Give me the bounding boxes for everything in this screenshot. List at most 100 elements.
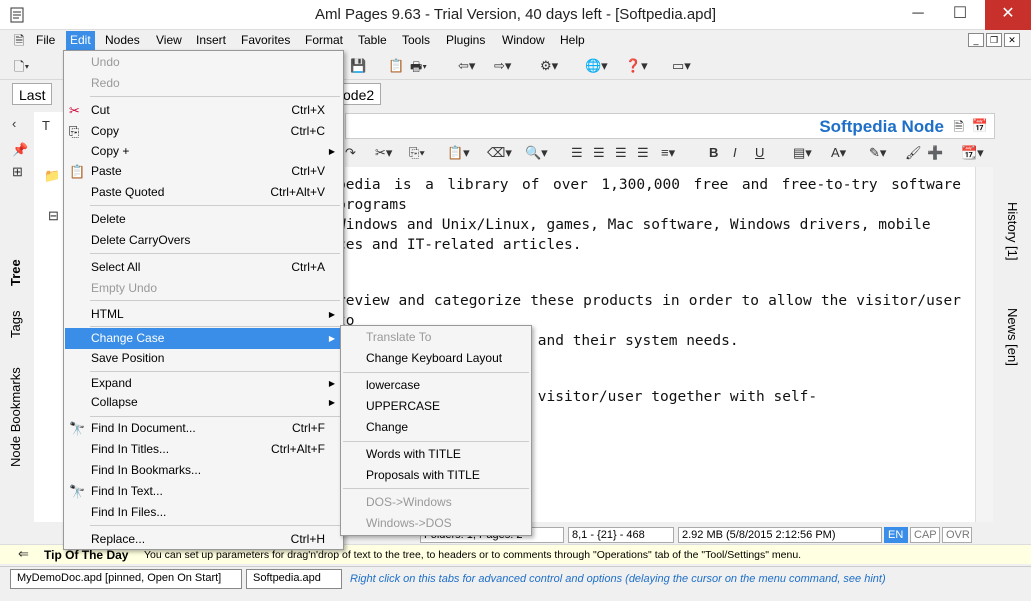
- tab-tree[interactable]: Tree: [8, 250, 32, 296]
- menu-find-in-text[interactable]: 🔭 Find In Text...: [65, 481, 343, 502]
- menu-table[interactable]: Table: [358, 33, 387, 47]
- align-center-icon[interactable]: ☰: [593, 145, 605, 161]
- brush-icon[interactable]: 🖌: [905, 145, 922, 161]
- justify-icon[interactable]: ☰: [637, 145, 649, 161]
- paste-icon[interactable]: 📋▾: [447, 145, 470, 161]
- menu-find-in-files[interactable]: Find In Files...: [65, 502, 343, 523]
- submenu-words-with-title[interactable]: Words with TITLE: [342, 444, 530, 465]
- submenu-lowercase[interactable]: lowercase: [342, 375, 530, 396]
- copy-icon[interactable]: ⎘▾: [409, 145, 425, 161]
- submenu-dos-windows[interactable]: DOS->Windows: [342, 492, 530, 513]
- note-icon[interactable]: 🗎: [954, 118, 964, 140]
- menu-change-case[interactable]: Change Case ▶: [65, 328, 343, 349]
- menu-paste-quoted[interactable]: Paste Quoted Ctrl+Alt+V: [65, 182, 343, 203]
- menu-select-all[interactable]: Select All Ctrl+A: [65, 257, 343, 278]
- tip-arrow-icon[interactable]: ⇐: [18, 546, 29, 562]
- menu-html[interactable]: HTML ▶: [65, 304, 343, 325]
- submenu-windows-dos[interactable]: Windows->DOS: [342, 513, 530, 534]
- submenu-change-keyboard-layout[interactable]: Change Keyboard Layout: [342, 348, 530, 369]
- submenu-change[interactable]: Change: [342, 417, 530, 438]
- menu-tools[interactable]: Tools: [402, 33, 430, 47]
- mdi-minimize-button[interactable]: _: [968, 33, 984, 47]
- menu-nodes[interactable]: Nodes: [105, 33, 140, 47]
- back-arrow-icon[interactable]: ‹: [12, 116, 16, 131]
- back-icon[interactable]: ⇦▾: [458, 58, 475, 74]
- submenu-translate-to[interactable]: Translate To: [342, 327, 530, 348]
- menu-expand[interactable]: Expand ▶: [65, 373, 343, 394]
- menu-insert[interactable]: Insert: [196, 33, 226, 47]
- doc-tab-mydemodoc[interactable]: MyDemoDoc.apd [pinned, Open On Start]: [10, 569, 242, 589]
- menu-format[interactable]: Format: [305, 33, 343, 47]
- new-icon[interactable]: 🗋▾: [14, 58, 29, 80]
- tree-button[interactable]: T: [42, 118, 50, 133]
- bold-icon[interactable]: B: [709, 145, 718, 160]
- underline-icon[interactable]: U: [755, 145, 764, 160]
- date-icon[interactable]: 📆▾: [961, 145, 984, 161]
- menu-copy-plus[interactable]: Copy + ▶: [65, 141, 343, 162]
- globe-icon[interactable]: 🌐▾: [585, 58, 608, 74]
- menu-edit[interactable]: Edit: [66, 31, 95, 50]
- left-vertical-tabs: Tree Tags Node Bookmarks: [8, 250, 32, 520]
- submenu-uppercase[interactable]: UPPERCASE: [342, 396, 530, 417]
- cut-icon[interactable]: ✂▾: [375, 145, 392, 161]
- calendar-icon[interactable]: 📅: [972, 118, 988, 134]
- font-color-icon[interactable]: A▾: [831, 145, 846, 161]
- italic-icon[interactable]: I: [733, 145, 737, 160]
- tab-history[interactable]: History [1]: [996, 202, 1020, 302]
- save-icon[interactable]: 💾: [350, 58, 366, 74]
- collapse-node-icon[interactable]: ⊟: [48, 208, 59, 224]
- add-icon[interactable]: ➕: [927, 145, 943, 161]
- menu-favorites[interactable]: Favorites: [241, 33, 290, 47]
- pin-icon[interactable]: 📌: [12, 142, 28, 158]
- gear-icon[interactable]: ⚙▾: [540, 58, 558, 74]
- submenu-proposals-with-title[interactable]: Proposals with TITLE: [342, 465, 530, 486]
- status-lang[interactable]: EN: [884, 527, 908, 543]
- list-icon[interactable]: ≡▾: [661, 145, 675, 161]
- clipboard-icon[interactable]: 📋: [388, 58, 404, 74]
- panel-icon[interactable]: ▭▾: [672, 58, 691, 74]
- forward-icon[interactable]: ⇨▾: [494, 58, 511, 74]
- maximize-button[interactable]: ☐: [940, 0, 980, 30]
- menu-redo[interactable]: Redo: [65, 73, 343, 94]
- tab-news[interactable]: News [en]: [996, 308, 1020, 388]
- tab-tags[interactable]: Tags: [8, 302, 32, 346]
- format-painter-icon[interactable]: ⌫▾: [487, 145, 512, 161]
- menu-help[interactable]: Help: [560, 33, 585, 47]
- print-icon[interactable]: 🖶▾: [410, 58, 427, 80]
- mdi-close-button[interactable]: ✕: [1004, 33, 1020, 47]
- redo-icon[interactable]: ↷: [345, 145, 356, 161]
- doc-icon[interactable]: 🗎: [14, 32, 24, 54]
- menu-window[interactable]: Window: [502, 33, 545, 47]
- close-button[interactable]: ✕: [985, 0, 1031, 30]
- menu-find-in-bookmarks[interactable]: Find In Bookmarks...: [65, 460, 343, 481]
- doc-tab-softpedia[interactable]: Softpedia.apd: [246, 569, 342, 589]
- menu-view[interactable]: View: [156, 33, 182, 47]
- menu-find-in-document[interactable]: 🔭 Find In Document... Ctrl+F: [65, 418, 343, 439]
- menu-find-in-titles[interactable]: Find In Titles... Ctrl+Alt+F: [65, 439, 343, 460]
- tree-toggle-icon[interactable]: ⊞: [12, 164, 23, 180]
- menu-paste[interactable]: 📋 Paste Ctrl+V: [65, 161, 343, 182]
- menu-undo[interactable]: Undo: [65, 52, 343, 73]
- help-icon[interactable]: ❓▾: [625, 58, 648, 74]
- menu-collapse[interactable]: Collapse ▶: [65, 392, 343, 413]
- menu-copy[interactable]: ⎘ Copy Ctrl+C: [65, 121, 343, 142]
- menu-save-position[interactable]: Save Position: [65, 348, 343, 369]
- editor-scrollbar[interactable]: [975, 167, 993, 522]
- align-right-icon[interactable]: ☰: [615, 145, 627, 161]
- find-icon[interactable]: 🔍▾: [525, 145, 548, 161]
- tab-last[interactable]: Last: [12, 83, 53, 105]
- menu-replace[interactable]: Replace... Ctrl+H: [65, 529, 343, 550]
- style-icon[interactable]: ▤▾: [793, 145, 812, 161]
- menu-delete-carryovers[interactable]: Delete CarryOvers: [65, 230, 343, 251]
- tree-panel[interactable]: T 📁 ⊟: [34, 112, 64, 522]
- menu-delete[interactable]: Delete: [65, 209, 343, 230]
- menu-empty-undo[interactable]: Empty Undo: [65, 278, 343, 299]
- menu-plugins[interactable]: Plugins: [446, 33, 485, 47]
- minimize-button[interactable]: ─: [898, 0, 938, 30]
- highlight-icon[interactable]: ✎▾: [869, 145, 886, 161]
- menu-cut[interactable]: ✂ Cut Ctrl+X: [65, 100, 343, 121]
- menu-file[interactable]: File: [36, 33, 55, 47]
- tab-node-bookmarks[interactable]: Node Bookmarks: [8, 352, 32, 482]
- align-left-icon[interactable]: ☰: [571, 145, 583, 161]
- mdi-restore-button[interactable]: ❐: [986, 33, 1002, 47]
